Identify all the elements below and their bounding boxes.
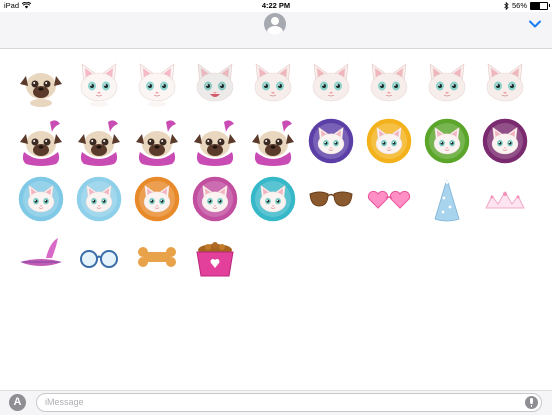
sticker-white-cat-hearts[interactable]: [132, 58, 182, 108]
sticker-bone[interactable]: [132, 232, 182, 282]
pug-green-icon: [423, 117, 471, 165]
tiara-icon: [485, 191, 525, 209]
composer-bar: A iMessage: [0, 390, 552, 415]
status-bar: iPad 4:22 PM 56%: [0, 0, 552, 12]
feather-boa-icon: [20, 238, 62, 266]
sticker-glasses[interactable]: [74, 232, 124, 282]
cat-hairdryer-icon: [365, 117, 413, 165]
sticker-cat-pink-stage[interactable]: [480, 116, 530, 166]
conversation-header: [0, 12, 552, 49]
cat-curlers-icon: [17, 175, 65, 223]
avatar-body: [267, 26, 283, 35]
sticker-cat-face-3[interactable]: [364, 58, 414, 108]
food-bowl-icon: [196, 242, 234, 277]
grey-cat-laughing-icon: [196, 63, 234, 102]
cat-astronaut-icon: [307, 117, 355, 165]
white-cat-hearts-icon: [138, 63, 176, 107]
status-time: 4:22 PM: [261, 1, 291, 10]
sticker-pug-green[interactable]: [422, 116, 472, 166]
cat-face-4-icon: [428, 63, 466, 102]
pug-boa-4-icon: [252, 120, 294, 166]
sticker-cat-hairdryer[interactable]: [364, 116, 414, 166]
sticker-party-hat[interactable]: [422, 174, 472, 224]
sticker-heart-glasses[interactable]: [364, 174, 414, 224]
sticker-pug-boa-wink[interactable]: [132, 116, 182, 166]
sticker-cat-blue-outfit[interactable]: [248, 174, 298, 224]
pug-boa-2-icon: [78, 120, 120, 166]
sticker-pug-sitting[interactable]: [16, 58, 66, 108]
sticker-cat-face-5[interactable]: [480, 58, 530, 108]
chevron-down-icon[interactable]: [528, 17, 542, 31]
sticker-cat-astronaut[interactable]: [306, 116, 356, 166]
sticker-sunglasses[interactable]: [306, 174, 356, 224]
pug-sitting-icon: [20, 73, 62, 107]
sticker-pug-boa-4[interactable]: [248, 116, 298, 166]
sticker-cat-face-1[interactable]: [248, 58, 298, 108]
pug-boa-3-icon: [194, 120, 236, 166]
status-right: 56%: [504, 1, 550, 10]
app-store-icon[interactable]: A: [9, 394, 26, 411]
sticker-food-bowl[interactable]: [190, 232, 240, 282]
message-input[interactable]: iMessage: [36, 393, 542, 412]
bluetooth-icon: [504, 1, 509, 10]
cat-face-3-icon: [370, 63, 408, 102]
sticker-pug-boa-2[interactable]: [74, 116, 124, 166]
sticker-cat-face-2[interactable]: [306, 58, 356, 108]
sticker-cat-bow[interactable]: [190, 174, 240, 224]
sticker-grey-cat-laughing[interactable]: [190, 58, 240, 108]
heart-glasses-icon: [367, 190, 411, 209]
glasses-icon: [80, 250, 118, 268]
microphone-icon[interactable]: [525, 396, 538, 409]
battery-fill: [531, 2, 540, 9]
sunglasses-icon: [309, 191, 353, 207]
message-placeholder: iMessage: [45, 397, 84, 407]
sticker-feather-boa[interactable]: [16, 232, 66, 282]
sticker-cat-and-pug-hats[interactable]: [132, 174, 182, 224]
bone-icon: [138, 247, 176, 267]
sticker-tiara[interactable]: [480, 174, 530, 224]
sticker-grid: [0, 52, 552, 382]
pug-boa-wink-icon: [136, 120, 178, 166]
sticker-pug-boa-3[interactable]: [190, 116, 240, 166]
cat-face-5-icon: [486, 63, 524, 102]
cat-and-pug-hats-icon: [133, 175, 181, 223]
cat-blue-outfit-icon: [249, 175, 297, 223]
battery-icon: [530, 1, 550, 10]
sticker-pug-boa-1[interactable]: [16, 116, 66, 166]
avatar-head: [271, 17, 279, 25]
cat-face-2-icon: [312, 63, 350, 102]
sticker-cat-curlers[interactable]: [16, 174, 66, 224]
contact-avatar-icon[interactable]: [264, 13, 286, 35]
cat-pink-stage-icon: [481, 117, 529, 165]
pug-boa-1-icon: [20, 120, 62, 166]
cat-tiara-icon: [75, 175, 123, 223]
white-cat-happy-icon: [80, 63, 118, 107]
cat-bow-icon: [191, 175, 239, 223]
cat-face-1-icon: [254, 63, 292, 102]
battery-percent: 56%: [511, 1, 527, 10]
sticker-cat-face-4[interactable]: [422, 58, 472, 108]
sticker-cat-tiara[interactable]: [74, 174, 124, 224]
party-hat-icon: [434, 177, 460, 222]
sticker-white-cat-happy[interactable]: [74, 58, 124, 108]
